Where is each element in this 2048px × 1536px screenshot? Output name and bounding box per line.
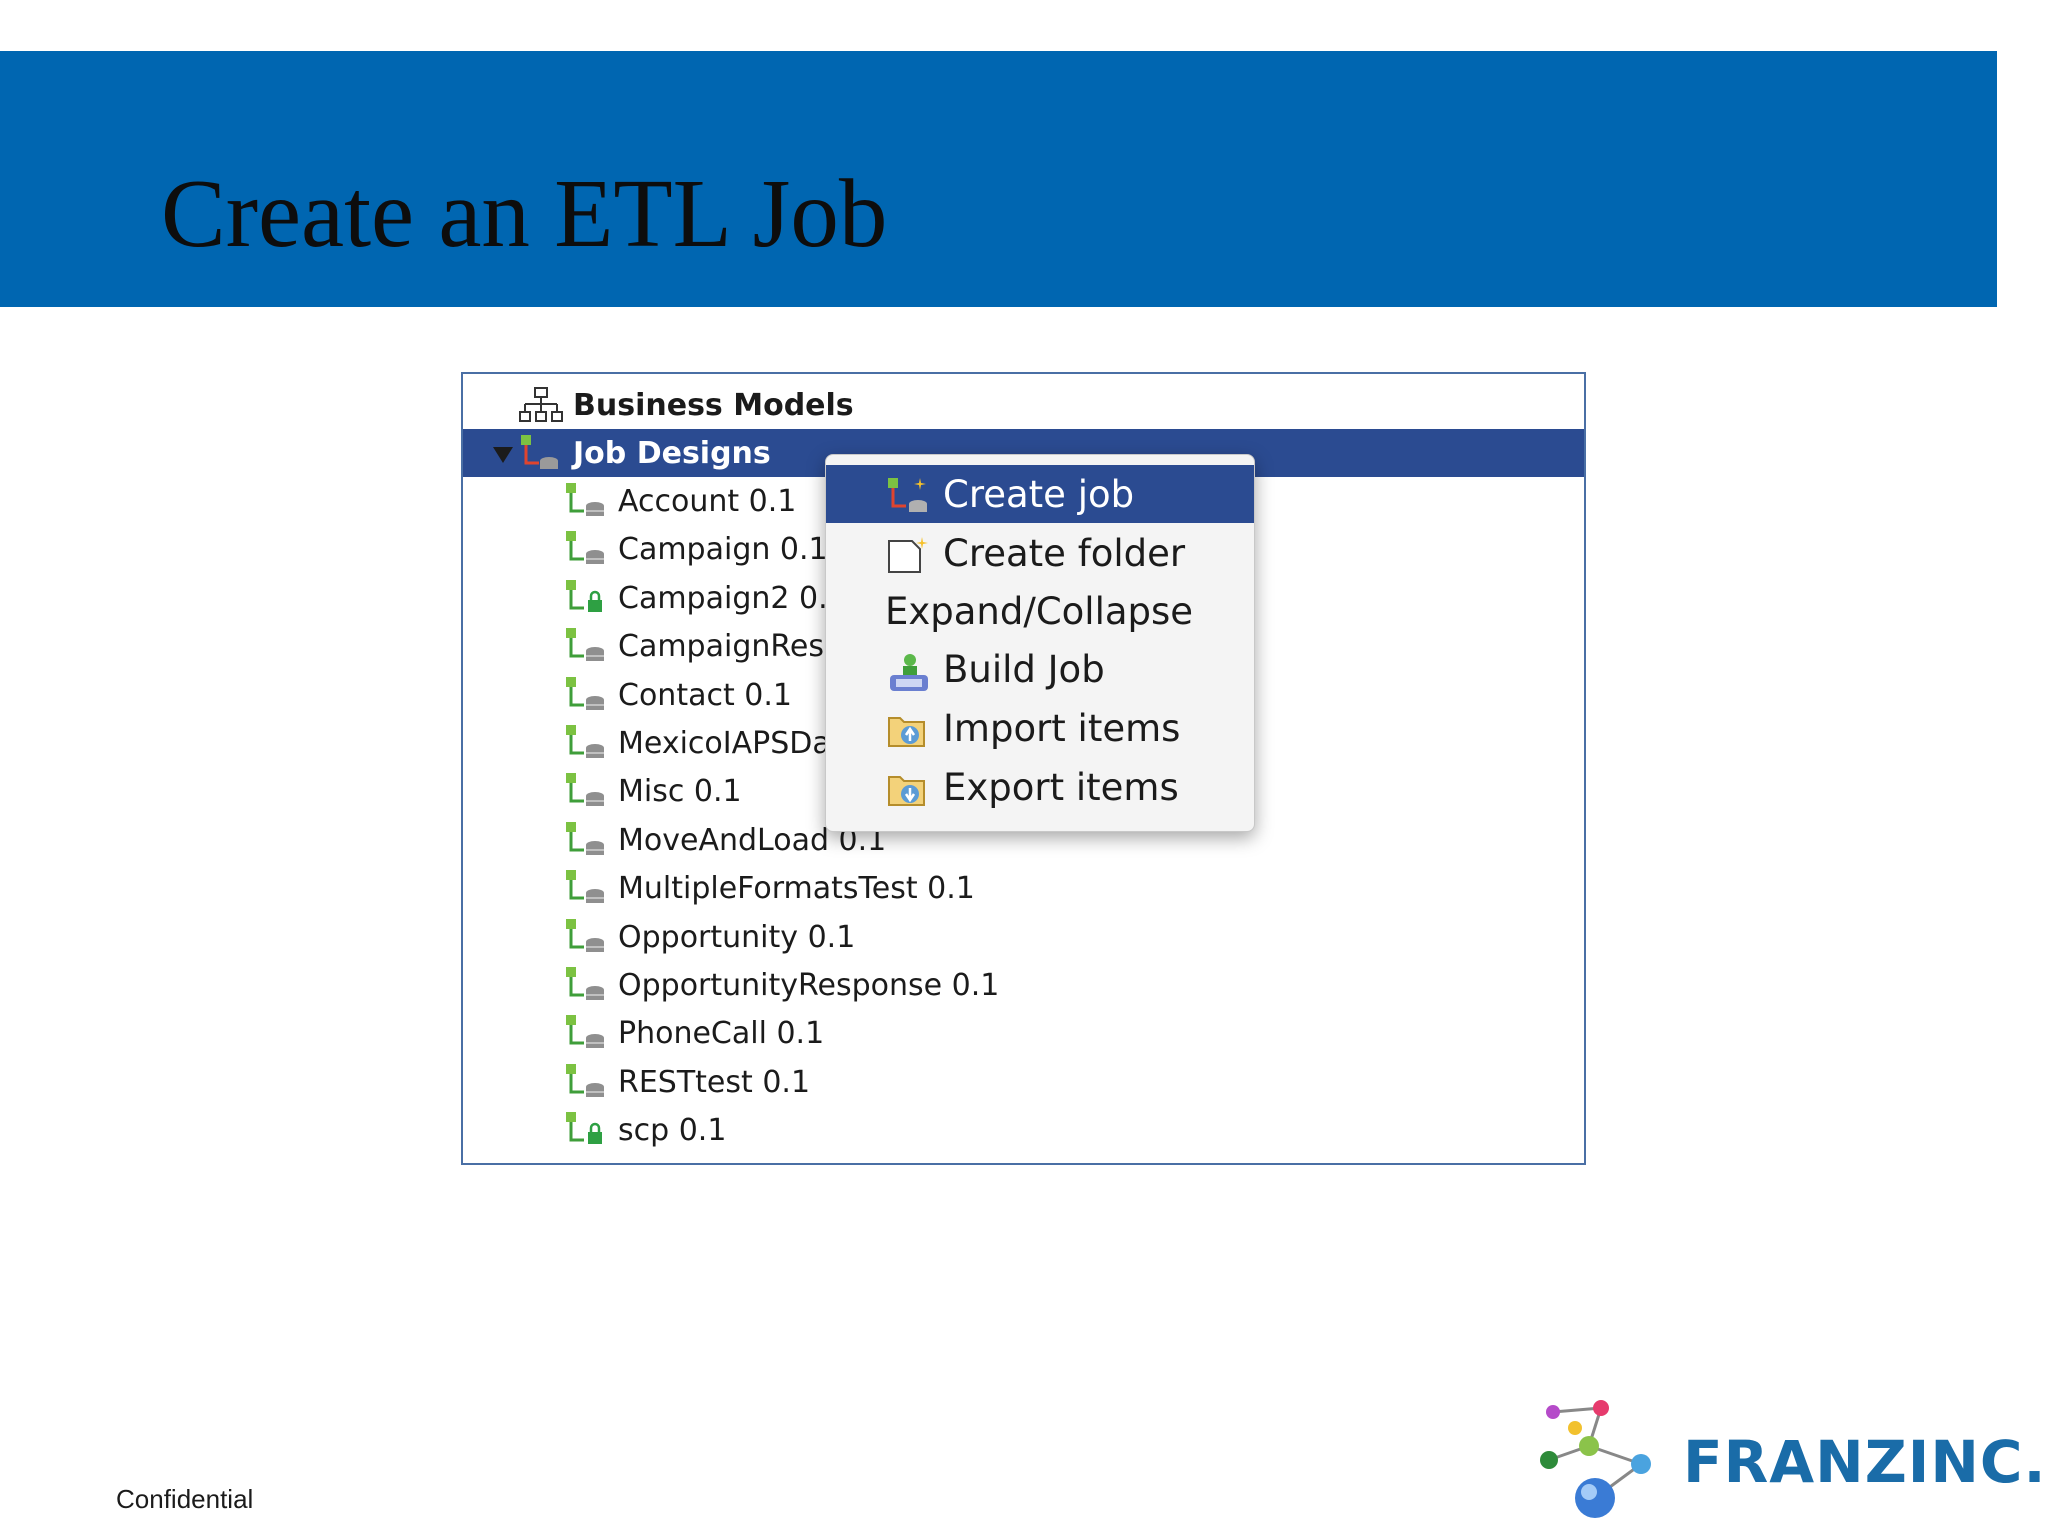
job-icon xyxy=(566,967,604,1000)
tree-item-job[interactable]: MultipleFormatsTest 0.1 xyxy=(463,864,1584,912)
create-job-icon xyxy=(888,478,927,512)
tree-item-job[interactable]: scp 0.1 xyxy=(463,1106,1584,1154)
business-models-icon xyxy=(519,387,563,422)
job-icon xyxy=(566,919,604,952)
tree-item-label: MultipleFormatsTest 0.1 xyxy=(618,870,975,906)
locked-job-icon xyxy=(566,1112,602,1144)
create-folder-icon xyxy=(888,537,928,573)
menu-item-build-job[interactable]: Build Job xyxy=(826,640,1254,698)
confidential-footer: Confidential xyxy=(116,1484,254,1514)
menu-item-create-folder[interactable]: Create folder xyxy=(826,524,1254,582)
tree-item-label: MexicoIAPSDa xyxy=(618,725,831,761)
menu-item-export-items[interactable]: Export items xyxy=(826,758,1254,816)
tree-item-label: Misc 0.1 xyxy=(618,773,742,809)
menu-item-import-items[interactable]: Import items xyxy=(826,699,1254,757)
job-icon xyxy=(566,1015,604,1048)
tree-item-job[interactable]: PhoneCall 0.1 xyxy=(463,1009,1584,1057)
tree-item-label: PhoneCall 0.1 xyxy=(618,1015,825,1051)
menu-item-label: Create folder xyxy=(943,531,1186,575)
menu-item-label: Import items xyxy=(943,706,1181,750)
tree-item-label: Account 0.1 xyxy=(618,483,797,519)
tree-item-label: RESTtest 0.1 xyxy=(618,1064,811,1100)
job-icon xyxy=(566,531,604,564)
tree-item-label: OpportunityResponse 0.1 xyxy=(618,967,1000,1003)
job-icon xyxy=(566,628,604,661)
export-items-icon xyxy=(888,776,925,806)
tree-item-label: Contact 0.1 xyxy=(618,677,792,713)
tree-item-label: scp 0.1 xyxy=(618,1112,727,1148)
tree-item-label: Job Designs xyxy=(573,435,771,471)
menu-item-label: Create job xyxy=(943,472,1135,516)
job-icon xyxy=(566,870,604,903)
menu-item-create-job[interactable]: Create job xyxy=(826,465,1254,523)
tree-item-job[interactable]: Opportunity 0.1 xyxy=(463,913,1584,961)
franz-logo-text: FRANZINC. xyxy=(1683,1428,2047,1496)
job-icon xyxy=(566,822,604,855)
job-designs-folder-icon xyxy=(521,435,558,469)
job-icon xyxy=(566,677,604,710)
job-icon xyxy=(566,483,604,516)
job-icon xyxy=(566,1064,604,1097)
menu-item-label: Export items xyxy=(943,765,1179,809)
tree-item-label: Campaign 0.1 xyxy=(618,531,828,567)
menu-item-label: Expand/Collapse xyxy=(885,589,1194,633)
tree-item-label: Campaign2 0. xyxy=(618,580,828,616)
build-job-icon xyxy=(890,654,928,691)
job-icon xyxy=(566,725,604,758)
tree-item-job[interactable]: OpportunityResponse 0.1 xyxy=(463,961,1584,1009)
menu-item-expand-collapse[interactable]: Expand/Collapse xyxy=(826,582,1254,640)
slide-title: Create an ETL Job xyxy=(161,160,888,267)
tree-item-label: Business Models xyxy=(573,387,854,423)
job-icon xyxy=(566,773,604,806)
tree-item-business-models[interactable]: Business Models xyxy=(463,381,1584,429)
franz-logo-icon xyxy=(1540,1400,1651,1518)
import-items-icon xyxy=(888,717,925,747)
locked-job-icon xyxy=(566,580,602,612)
expand-triangle-icon[interactable] xyxy=(493,447,513,463)
tree-item-job[interactable]: RESTtest 0.1 xyxy=(463,1058,1584,1106)
tree-item-label: CampaignRes xyxy=(618,628,824,664)
tree-item-label: Opportunity 0.1 xyxy=(618,919,856,955)
context-menu: Create job Create folder Expand/Collapse… xyxy=(825,454,1255,832)
menu-item-label: Build Job xyxy=(943,647,1105,691)
